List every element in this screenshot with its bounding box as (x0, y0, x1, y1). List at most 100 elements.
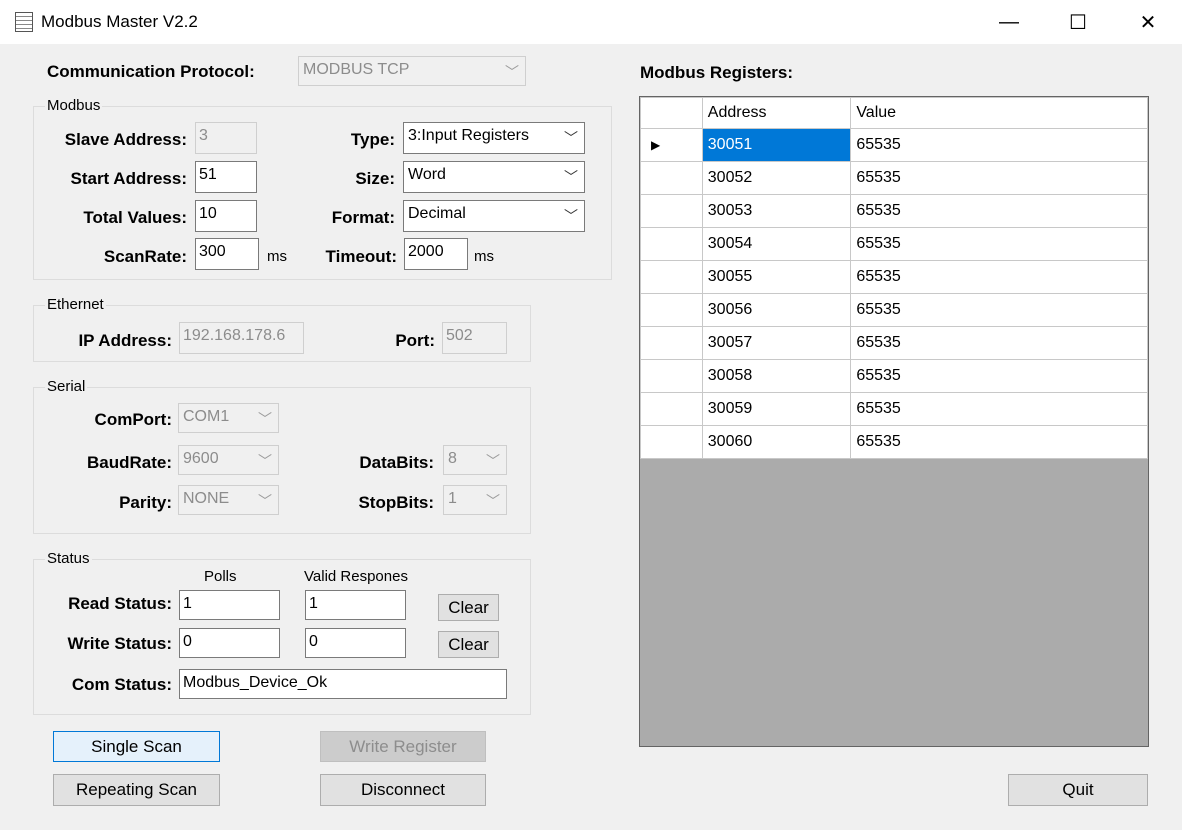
com-status-field[interactable]: Modbus_Device_Ok (179, 669, 507, 699)
value-cell[interactable]: 65535 (850, 161, 1148, 195)
chevron-down-icon: ﹀ (258, 411, 272, 427)
address-cell[interactable]: 30052 (701, 161, 852, 195)
baudrate-select[interactable]: 9600 ﹀ (178, 445, 279, 475)
value-cell[interactable]: 65535 (850, 128, 1148, 162)
row-header[interactable] (640, 326, 703, 360)
address-cell[interactable]: 30056 (701, 293, 852, 327)
size-select[interactable]: Word ﹀ (403, 161, 585, 193)
single-scan-button[interactable]: Single Scan (53, 731, 220, 762)
start-address-label: Start Address: (70, 169, 187, 188)
format-select[interactable]: Decimal ﹀ (403, 200, 585, 232)
maximize-button[interactable]: ☐ (1043, 0, 1113, 44)
value-cell[interactable]: 65535 (850, 425, 1148, 459)
format-value: Decimal (408, 205, 466, 222)
slave-address-input[interactable]: 3 (195, 122, 257, 154)
disconnect-button[interactable]: Disconnect (320, 774, 486, 806)
address-cell[interactable]: 30060 (701, 425, 852, 459)
baudrate-label: BaudRate: (86, 453, 172, 472)
port-input[interactable]: 502 (442, 322, 507, 354)
comport-value: COM1 (183, 408, 230, 425)
current-row-indicator-icon[interactable]: ▶ (640, 128, 703, 162)
timeout-unit: ms (474, 248, 494, 265)
table-row[interactable]: 30054 65535 (640, 227, 1148, 261)
chevron-down-icon: ﹀ (486, 453, 500, 469)
row-header[interactable] (640, 392, 703, 426)
comport-select[interactable]: COM1 ﹀ (178, 403, 279, 433)
protocol-value: MODBUS TCP (303, 61, 410, 78)
clear-read-button[interactable]: Clear (438, 594, 499, 621)
value-cell[interactable]: 65535 (850, 260, 1148, 294)
timeout-input[interactable]: 2000 (404, 238, 468, 270)
close-button[interactable]: ✕ (1113, 0, 1182, 44)
window-title: Modbus Master V2.2 (41, 12, 198, 31)
value-cell[interactable]: 65535 (850, 326, 1148, 360)
repeating-scan-button[interactable]: Repeating Scan (53, 774, 220, 806)
address-cell[interactable]: 30057 (701, 326, 852, 360)
value-cell[interactable]: 65535 (850, 359, 1148, 393)
address-cell[interactable]: 30058 (701, 359, 852, 393)
table-row[interactable]: 30053 65535 (640, 194, 1148, 228)
row-header[interactable] (640, 425, 703, 459)
address-cell[interactable]: 30059 (701, 392, 852, 426)
chevron-down-icon: ﹀ (564, 130, 578, 146)
row-header[interactable] (640, 359, 703, 393)
scan-rate-label: ScanRate: (103, 247, 187, 266)
write-status-label: Write Status: (67, 634, 172, 653)
start-address-input[interactable]: 51 (195, 161, 257, 193)
quit-button[interactable]: Quit (1008, 774, 1148, 806)
type-label: Type: (350, 130, 395, 149)
value-cell[interactable]: 65535 (850, 392, 1148, 426)
write-polls-field[interactable]: 0 (179, 628, 280, 658)
clear-write-button[interactable]: Clear (438, 631, 499, 658)
protocol-label: Communication Protocol: (47, 62, 255, 81)
address-cell[interactable]: 30053 (701, 194, 852, 228)
stopbits-select[interactable]: 1 ﹀ (443, 485, 507, 515)
table-row[interactable]: 30056 65535 (640, 293, 1148, 327)
row-header-corner (640, 97, 703, 129)
column-header-value[interactable]: Value (850, 97, 1148, 129)
type-select[interactable]: 3:Input Registers ﹀ (403, 122, 585, 154)
column-header-address[interactable]: Address (701, 97, 852, 129)
table-row[interactable]: 30055 65535 (640, 260, 1148, 294)
table-row[interactable]: 30057 65535 (640, 326, 1148, 360)
modbus-group-title: Modbus (45, 97, 103, 114)
protocol-select[interactable]: MODBUS TCP ﹀ (298, 56, 526, 86)
total-values-input[interactable]: 10 (195, 200, 257, 232)
row-header[interactable] (640, 260, 703, 294)
row-header[interactable] (640, 293, 703, 327)
read-polls-field[interactable]: 1 (179, 590, 280, 620)
value-cell[interactable]: 65535 (850, 293, 1148, 327)
read-valid-field[interactable]: 1 (305, 590, 406, 620)
registers-grid[interactable]: Address Value ▶ 30051 65535 30052 65535 … (639, 96, 1149, 747)
parity-value: NONE (183, 490, 230, 507)
chevron-down-icon: ﹀ (564, 169, 578, 185)
ip-address-input[interactable]: 192.168.178.6 (179, 322, 304, 354)
databits-select[interactable]: 8 ﹀ (443, 445, 507, 475)
size-label: Size: (355, 169, 395, 188)
scan-rate-input[interactable]: 300 (195, 238, 259, 270)
window-bottom-edge (0, 830, 1182, 837)
parity-select[interactable]: NONE ﹀ (178, 485, 279, 515)
address-cell[interactable]: 30054 (701, 227, 852, 261)
scan-rate-unit: ms (267, 248, 287, 265)
table-row[interactable]: 30052 65535 (640, 161, 1148, 195)
total-values-label: Total Values: (83, 208, 187, 227)
write-register-button[interactable]: Write Register (320, 731, 486, 762)
table-row[interactable]: 30058 65535 (640, 359, 1148, 393)
table-row[interactable]: 30060 65535 (640, 425, 1148, 459)
value-cell[interactable]: 65535 (850, 227, 1148, 261)
timeout-label: Timeout: (325, 247, 397, 266)
row-header[interactable] (640, 194, 703, 228)
minimize-button[interactable]: — (974, 0, 1044, 44)
baudrate-value: 9600 (183, 450, 219, 467)
address-cell[interactable]: 30055 (701, 260, 852, 294)
write-valid-field[interactable]: 0 (305, 628, 406, 658)
table-row[interactable]: 30059 65535 (640, 392, 1148, 426)
polls-header: Polls (204, 568, 237, 585)
row-header[interactable] (640, 161, 703, 195)
row-header[interactable] (640, 227, 703, 261)
address-cell[interactable]: 30051 (701, 128, 852, 162)
chevron-down-icon: ﹀ (486, 493, 500, 509)
table-row[interactable]: ▶ 30051 65535 (640, 128, 1148, 162)
value-cell[interactable]: 65535 (850, 194, 1148, 228)
